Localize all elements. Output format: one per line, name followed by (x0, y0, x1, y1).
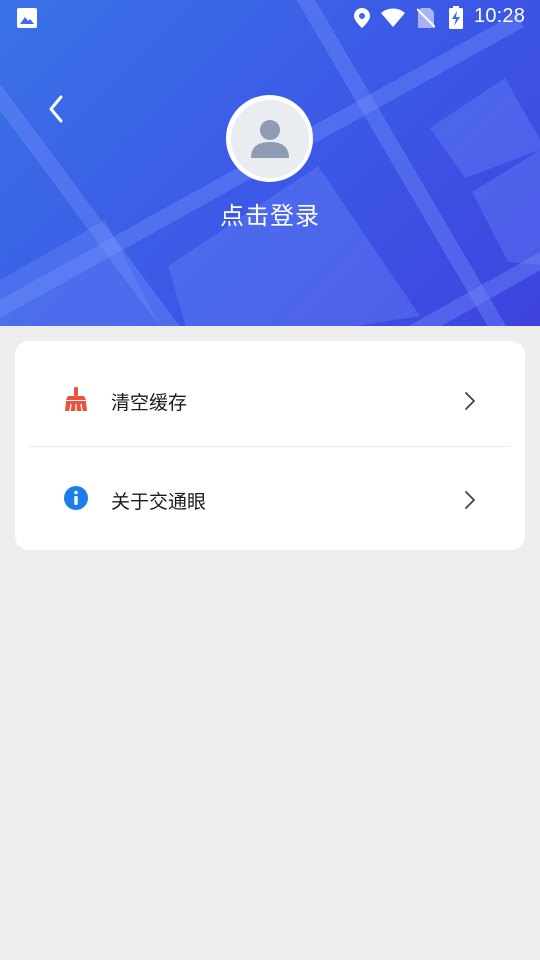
location-icon (353, 7, 371, 33)
login-link[interactable]: 点击登录 (0, 196, 540, 231)
battery-charging-icon (448, 6, 464, 34)
no-sim-icon (416, 7, 436, 33)
wifi-icon (380, 8, 406, 32)
status-bar: 10:28 (0, 0, 540, 36)
back-button[interactable] (36, 86, 76, 132)
avatar-circle (230, 99, 309, 178)
settings-card: 清空缓存 关于交通眼 (15, 341, 525, 550)
about-label: 关于交通眼 (111, 491, 207, 513)
photo-icon (16, 7, 38, 33)
user-icon (250, 119, 289, 158)
chevron-left-icon (49, 95, 63, 123)
clear-cache-item[interactable]: 清空缓存 (15, 346, 525, 446)
about-item[interactable]: 关于交通眼 (15, 445, 525, 545)
status-time: 10:28 (474, 5, 526, 27)
chevron-right-icon (463, 390, 477, 416)
avatar[interactable] (226, 95, 313, 182)
chevron-right-icon (463, 489, 477, 515)
broom-icon (63, 386, 89, 412)
clear-cache-label: 清空缓存 (111, 392, 188, 414)
profile-header: 10:28 点击登录 (0, 0, 540, 326)
info-icon (63, 485, 89, 511)
